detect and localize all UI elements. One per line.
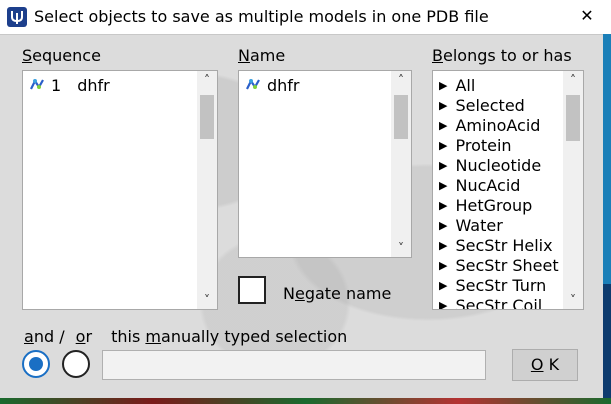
name-label: Name — [238, 46, 286, 65]
scroll-down-icon[interactable]: ˅ — [391, 239, 411, 257]
expand-arrow-icon[interactable]: ▶ — [439, 139, 447, 152]
molecule-icon — [246, 78, 260, 90]
expand-arrow-icon[interactable]: ▶ — [439, 99, 447, 112]
list-item-label: AminoAcid — [455, 115, 541, 135]
name-scrollbar[interactable]: ˄ ˅ — [391, 71, 411, 257]
ok-button[interactable]: O K — [512, 349, 578, 381]
scroll-thumb[interactable] — [566, 95, 580, 141]
and-radio[interactable] — [22, 350, 50, 378]
scroll-up-icon[interactable]: ˄ — [197, 71, 217, 89]
list-item-label: SecStr Helix — [455, 235, 553, 255]
list-item[interactable]: ▶ SecStr Coil — [439, 295, 542, 310]
sequence-list[interactable]: 1 dhfr ˄ ˅ — [22, 70, 218, 310]
expand-arrow-icon[interactable]: ▶ — [439, 279, 447, 292]
list-item[interactable]: ▶ HetGroup — [439, 195, 532, 215]
belongs-list[interactable]: ▶ All ▶ Selected ▶ AminoAcid ▶ Protein ▶ Nucleoti… — [432, 70, 584, 310]
window-title: Select objects to save as multiple model… — [34, 7, 489, 26]
expand-arrow-icon[interactable]: ▶ — [439, 79, 447, 92]
list-item[interactable]: ▶ All — [439, 75, 475, 95]
list-item-label: SecStr Sheet — [455, 255, 559, 275]
list-item-label: Nucleotide — [455, 155, 542, 175]
scroll-thumb[interactable] — [394, 95, 408, 139]
expand-arrow-icon[interactable]: ▶ — [439, 179, 447, 192]
expand-arrow-icon[interactable]: ▶ — [439, 119, 447, 132]
app-logo-icon — [7, 7, 27, 27]
scroll-thumb[interactable] — [200, 95, 214, 139]
list-item[interactable]: ▶ SecStr Helix — [439, 235, 553, 255]
list-item[interactable]: ▶ SecStr Turn — [439, 275, 546, 295]
background-window-edge — [0, 398, 611, 404]
molecule-icon — [30, 78, 44, 90]
list-item-label: Selected — [455, 95, 525, 115]
list-item[interactable]: ▶ Protein — [439, 135, 512, 155]
close-button[interactable]: ✕ — [575, 4, 599, 28]
close-icon: ✕ — [580, 6, 594, 25]
belongs-scrollbar[interactable]: ˄ ˅ — [563, 71, 583, 309]
name-list[interactable]: dhfr ˄ ˅ — [238, 70, 412, 258]
expand-arrow-icon[interactable]: ▶ — [439, 299, 447, 310]
expand-arrow-icon[interactable]: ▶ — [439, 159, 447, 172]
scroll-up-icon[interactable]: ˄ — [563, 71, 583, 89]
list-item-label: SecStr Turn — [455, 275, 547, 295]
negate-name-checkbox[interactable] — [238, 276, 266, 304]
scroll-up-icon[interactable]: ˄ — [391, 71, 411, 89]
expand-arrow-icon[interactable]: ▶ — [439, 199, 447, 212]
expand-arrow-icon[interactable]: ▶ — [439, 239, 447, 252]
scroll-down-icon[interactable]: ˅ — [563, 291, 583, 309]
list-item[interactable]: ▶ Water — [439, 215, 503, 235]
belongs-label: Belongs to or has — [432, 46, 572, 65]
dialog-window: Select objects to save as multiple model… — [0, 0, 611, 404]
list-item[interactable]: ▶ Selected — [439, 95, 525, 115]
list-item-label: Protein — [455, 135, 512, 155]
background-window-edge — [603, 34, 611, 404]
list-item[interactable]: ▶ NucAcid — [439, 175, 520, 195]
sequence-label: Sequence — [22, 46, 101, 65]
negate-name-label[interactable]: Negate name — [283, 284, 391, 303]
expand-arrow-icon[interactable]: ▶ — [439, 219, 447, 232]
list-item-label: NucAcid — [455, 175, 521, 195]
selection-mode-label: and / or this manually typed selection — [24, 327, 348, 346]
list-item-label: HetGroup — [455, 195, 533, 215]
expand-arrow-icon[interactable]: ▶ — [439, 259, 447, 272]
selection-input[interactable] — [102, 350, 486, 380]
list-item-label: Water — [455, 215, 503, 235]
sequence-scrollbar[interactable]: ˄ ˅ — [197, 71, 217, 309]
list-item[interactable]: ▶ AminoAcid — [439, 115, 540, 135]
or-radio[interactable] — [62, 350, 90, 378]
list-item[interactable]: ▶ Nucleotide — [439, 155, 541, 175]
list-item[interactable]: dhfr — [245, 75, 300, 95]
list-item-label: SecStr Coil — [455, 295, 543, 310]
title-bar[interactable]: Select objects to save as multiple model… — [0, 0, 611, 35]
scroll-down-icon[interactable]: ˅ — [197, 291, 217, 309]
list-item[interactable]: ▶ SecStr Sheet — [439, 255, 559, 275]
list-item[interactable]: 1 dhfr — [29, 75, 110, 95]
list-item-label: All — [455, 75, 476, 95]
